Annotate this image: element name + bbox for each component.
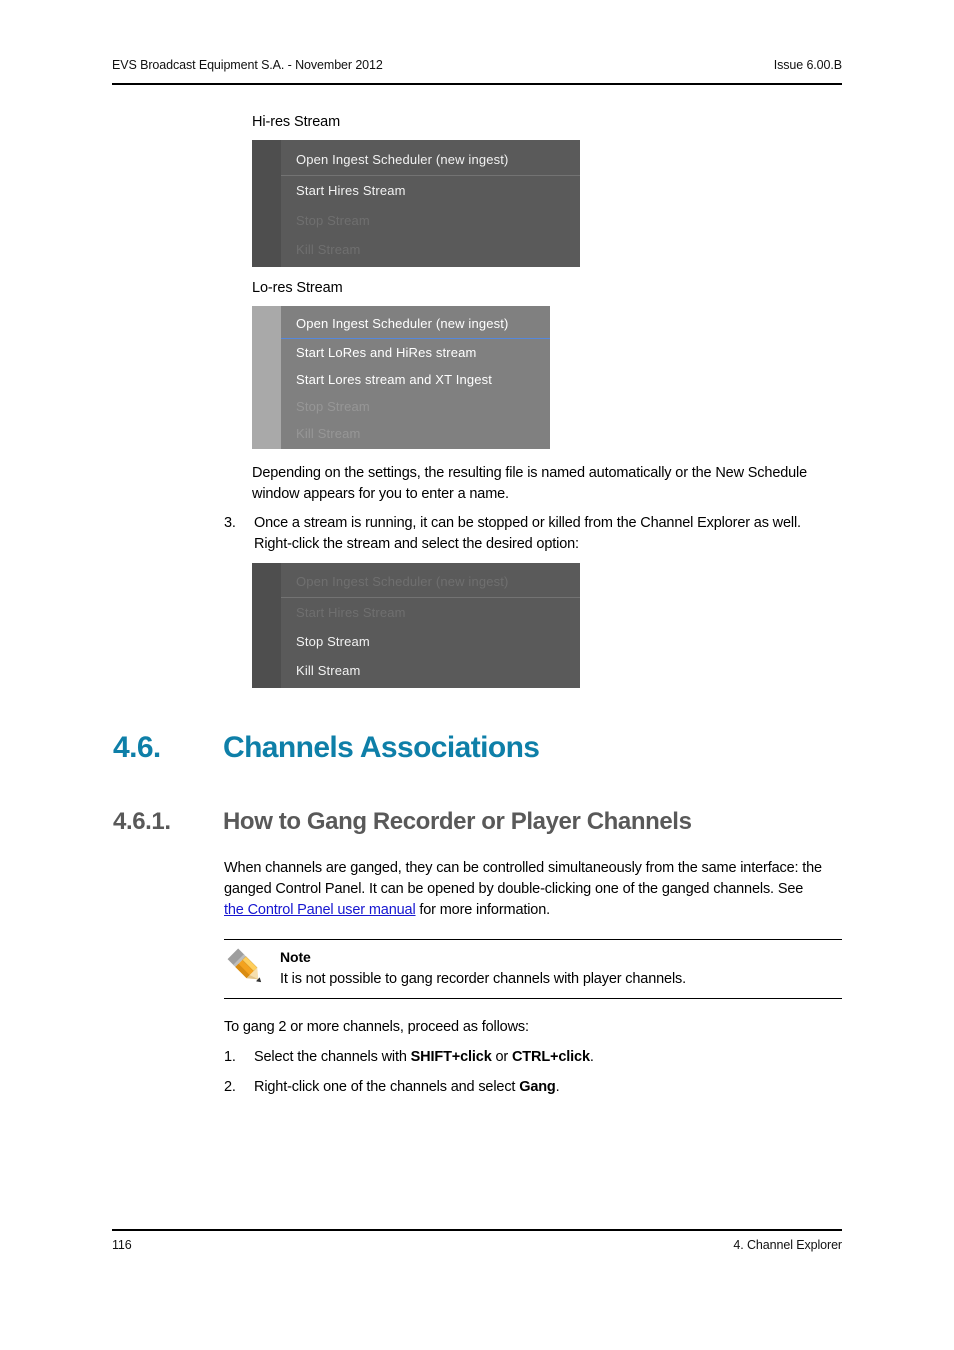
page-header: EVS Broadcast Equipment S.A. - November … [112, 58, 842, 72]
heading-number: 4.6. [113, 731, 161, 764]
menu-item-start-lores-and-hires-stream[interactable]: Start LoRes and HiRes stream [281, 339, 550, 366]
pencil-icon [224, 947, 280, 991]
gang-intro-text-after: for more information. [415, 902, 551, 918]
document-page: EVS Broadcast Equipment S.A. - November … [0, 0, 954, 1350]
note-box: Note It is not possible to gang recorder… [224, 939, 842, 999]
menu-item-kill-stream: Kill Stream [296, 241, 361, 257]
header-left-text: EVS Broadcast Equipment S.A. - November … [112, 58, 383, 72]
step1-mid: or [491, 1049, 512, 1065]
footer-chapter-name: 4. Channel Explorer [733, 1238, 842, 1252]
paragraph-gang-lead: To gang 2 or more channels, proceed as f… [224, 1019, 529, 1035]
context-menu-hires[interactable]: Open Ingest Scheduler (new ingest) Start… [252, 140, 580, 267]
caption-lores-stream: Lo-res Stream [252, 280, 343, 296]
menu-item-stop-stream: Stop Stream [296, 212, 370, 228]
heading-section-4-6: 4.6. Channels Associations [113, 731, 813, 765]
list-number: 1. [224, 1049, 236, 1065]
caption-hires-stream: Hi-res Stream [252, 114, 341, 130]
list-item-step-1: 1. Select the channels with SHIFT+click … [224, 1047, 838, 1068]
menu-items: Open Ingest Scheduler (new ingest) Start… [281, 306, 550, 449]
paragraph-gang-intro: When channels are ganged, they can be co… [224, 858, 824, 921]
heading-title: Channels Associations [223, 731, 540, 764]
menu-item-open-ingest-scheduler[interactable]: Open Ingest Scheduler (new ingest) [281, 144, 580, 175]
link-control-panel-user-manual[interactable]: the Control Panel user manual [224, 902, 416, 918]
menu-gutter [252, 563, 281, 688]
menu-items: Open Ingest Scheduler (new ingest) Start… [281, 563, 580, 688]
context-menu-lores[interactable]: Open Ingest Scheduler (new ingest) Start… [252, 306, 550, 449]
menu-item-start-hires-stream: Start Hires Stream [296, 605, 406, 620]
menu-item-start-hires-stream[interactable]: Start Hires Stream [281, 176, 580, 206]
context-menu-running-stream[interactable]: Open Ingest Scheduler (new ingest) Start… [252, 563, 580, 688]
header-right-text: Issue 6.00.B [773, 58, 842, 72]
step1-bold-shift-click: SHIFT+click [410, 1049, 492, 1065]
list-text: Right-click one of the channels and sele… [254, 1077, 838, 1098]
menu-item-kill-stream: Kill Stream [296, 426, 361, 441]
menu-item-open-ingest-scheduler[interactable]: Open Ingest Scheduler (new ingest) [281, 308, 550, 338]
step2-pre: Right-click one of the channels and sele… [254, 1079, 520, 1095]
list-text: Once a stream is running, it can be stop… [254, 515, 801, 552]
gang-intro-text-before: When channels are ganged, they can be co… [224, 860, 822, 897]
paragraph-file-naming: Depending on the settings, the resulting… [252, 465, 808, 502]
menu-gutter [252, 306, 281, 449]
heading-number: 4.6.1. [113, 808, 171, 835]
note-content: Note It is not possible to gang recorder… [280, 947, 842, 990]
list-item-step-2: 2. Right-click one of the channels and s… [224, 1077, 838, 1098]
step1-bold-ctrl-click: CTRL+click [511, 1049, 590, 1065]
menu-item-start-lores-stream-and-xt-ingest[interactable]: Start Lores stream and XT Ingest [281, 366, 550, 393]
list-number: 2. [224, 1079, 236, 1095]
menu-item-kill-stream[interactable]: Kill Stream [281, 656, 580, 685]
list-number: 3. [224, 515, 236, 531]
heading-section-4-6-1: 4.6.1. How to Gang Recorder or Player Ch… [113, 808, 813, 836]
list-text: Select the channels with SHIFT+click or … [254, 1047, 838, 1068]
page-footer: 116 4. Channel Explorer [112, 1238, 842, 1252]
step1-pre: Select the channels with [254, 1049, 411, 1065]
note-title: Note [280, 949, 311, 965]
header-divider [112, 83, 842, 85]
menu-gutter [252, 140, 281, 267]
footer-divider [112, 1229, 842, 1231]
menu-item-stop-stream[interactable]: Stop Stream [281, 627, 580, 656]
step1-post: . [589, 1049, 594, 1065]
menu-item-open-ingest-scheduler: Open Ingest Scheduler (new ingest) [296, 574, 509, 589]
step2-post: . [555, 1079, 560, 1095]
step2-bold-gang: Gang [519, 1079, 556, 1095]
list-item-step-3: 3. Once a stream is running, it can be s… [224, 513, 838, 555]
menu-items: Open Ingest Scheduler (new ingest) Start… [281, 140, 580, 267]
heading-title: How to Gang Recorder or Player Channels [223, 808, 692, 835]
menu-item-stop-stream: Stop Stream [296, 399, 370, 414]
footer-page-number: 116 [112, 1238, 132, 1252]
note-text: It is not possible to gang recorder chan… [280, 971, 687, 987]
